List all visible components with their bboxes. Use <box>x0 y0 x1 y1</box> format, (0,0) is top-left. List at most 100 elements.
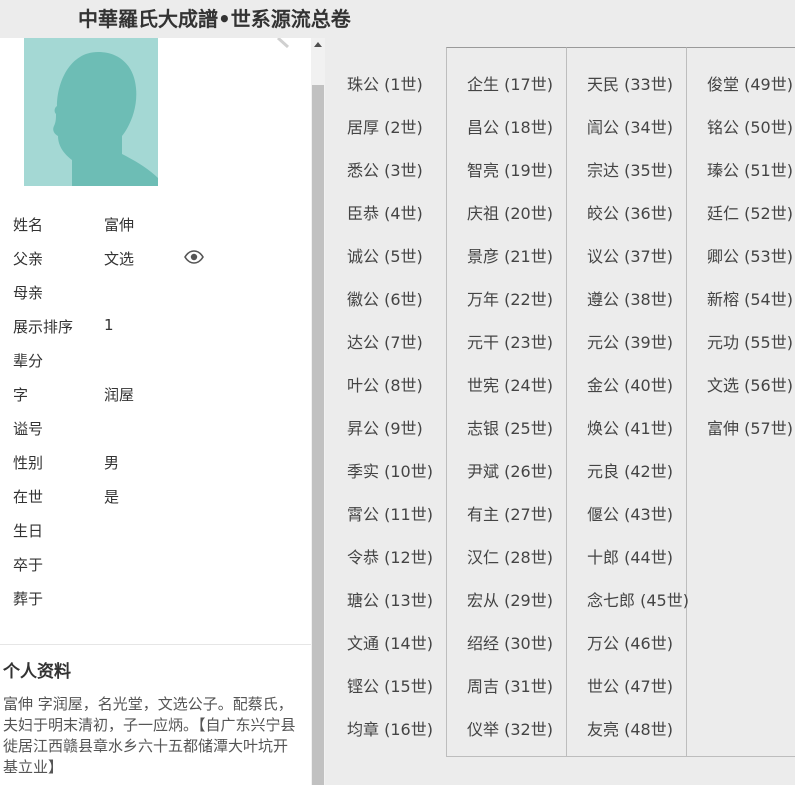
generation-tree-panel: 珠公 (1世) 居厚 (2世) 悉公 (3世) 臣恭 (4世) 诚公 (5世) 徽公 (6… <box>325 38 795 785</box>
generation-item[interactable]: 徽公 (6世) <box>347 286 423 310</box>
generation-item[interactable]: 绍经 (30世) <box>467 630 553 654</box>
generation-item[interactable]: 金公 (40世) <box>587 372 673 396</box>
info-row: 葬于 <box>0 588 300 622</box>
generation-item[interactable]: 文选 (56世) <box>707 372 793 396</box>
info-row: 卒于 <box>0 554 300 588</box>
generation-item[interactable]: 卿公 (53世) <box>707 243 793 267</box>
info-value: 男 <box>104 454 120 472</box>
generation-item[interactable]: 令恭 (12世) <box>347 544 433 568</box>
info-row: 字 润屋 <box>0 384 300 418</box>
generation-item[interactable]: 智亮 (19世) <box>467 157 553 181</box>
generation-column-frame <box>686 47 795 757</box>
generation-item[interactable]: 念七郎 (45世) <box>587 587 689 611</box>
info-label: 父亲 <box>13 250 44 268</box>
generation-item[interactable]: 訚公 (34世) <box>587 114 673 138</box>
generation-item[interactable]: 文通 (14世) <box>347 630 433 654</box>
generation-item[interactable]: 有主 (27世) <box>467 501 553 525</box>
info-label: 性别 <box>13 454 44 472</box>
generation-item[interactable]: 宏从 (29世) <box>467 587 553 611</box>
generation-item[interactable]: 俊堂 (49世) <box>707 71 793 95</box>
generation-item[interactable]: 悉公 (3世) <box>347 157 423 181</box>
scroll-up-arrow-icon[interactable] <box>314 42 322 47</box>
generation-item[interactable]: 万公 (46世) <box>587 630 673 654</box>
generation-item[interactable]: 珠公 (1世) <box>347 71 423 95</box>
generation-item[interactable]: 企生 (17世) <box>467 71 553 95</box>
generation-item[interactable]: 周吉 (31世) <box>467 673 553 697</box>
generation-item[interactable]: 铿公 (15世) <box>347 673 433 697</box>
generation-item[interactable]: 万年 (22世) <box>467 286 553 310</box>
generation-item[interactable]: 达公 (7世) <box>347 329 423 353</box>
profile-bio: 富伸 字润屋，名光堂，文选公子。配蔡氏，夫妇于明末清初，子一应炳。【自广东兴宁县… <box>3 695 296 776</box>
info-value: 是 <box>104 488 120 506</box>
page-title: 中華羅氏大成譜•世系源流总卷 <box>78 7 351 31</box>
generation-item[interactable]: 志银 (25世) <box>467 415 553 439</box>
generation-item[interactable]: 霄公 (11世) <box>347 501 433 525</box>
generation-item[interactable]: 昇公 (9世) <box>347 415 423 439</box>
resize-handle-icon <box>276 38 290 48</box>
generation-item[interactable]: 遵公 (38世) <box>587 286 673 310</box>
generation-item[interactable]: 景彦 (21世) <box>467 243 553 267</box>
info-value: 润屋 <box>104 386 135 404</box>
generation-item[interactable]: 居厚 (2世) <box>347 114 423 138</box>
scrollbar[interactable] <box>311 38 325 785</box>
info-label: 辈分 <box>13 352 44 370</box>
info-row: 谥号 <box>0 418 300 452</box>
generation-item[interactable]: 宗达 (35世) <box>587 157 673 181</box>
info-row: 辈分 <box>0 350 300 384</box>
generation-item[interactable]: 瑧公 (51世) <box>707 157 793 181</box>
info-row: 姓名 富伸 <box>0 214 300 248</box>
info-row: 展示排序 1 <box>0 316 300 350</box>
generation-item[interactable]: 友亮 (48世) <box>587 716 673 740</box>
info-label: 字 <box>13 386 29 404</box>
generation-item[interactable]: 焕公 (41世) <box>587 415 673 439</box>
generation-item[interactable]: 十郎 (44世) <box>587 544 673 568</box>
info-label: 葬于 <box>13 590 44 608</box>
info-label: 谥号 <box>13 420 44 438</box>
info-row: 生日 <box>0 520 300 554</box>
scroll-thumb[interactable] <box>312 85 324 785</box>
eye-icon[interactable] <box>184 250 204 264</box>
info-row: 父亲 文选 <box>0 248 300 282</box>
info-label: 母亲 <box>13 284 44 302</box>
person-detail-panel: 姓名 富伸 父亲 文选 母亲 展示排序 1 辈分字润屋 谥号 性别男在世是生日 卒于 葬于 个人资料 … <box>0 38 311 785</box>
generation-item[interactable]: 廷仁 (52世) <box>707 200 793 224</box>
generation-item[interactable]: 叶公 (8世) <box>347 372 423 396</box>
generation-item[interactable]: 臣恭 (4世) <box>347 200 423 224</box>
generation-item[interactable]: 偃公 (43世) <box>587 501 673 525</box>
generation-item[interactable]: 昌公 (18世) <box>467 114 553 138</box>
info-row: 在世 是 <box>0 486 300 520</box>
generation-item[interactable]: 议公 (37世) <box>587 243 673 267</box>
generation-item[interactable]: 天民 (33世) <box>587 71 673 95</box>
info-value: 富伸 <box>104 216 135 234</box>
info-label: 展示排序 <box>13 318 74 336</box>
generation-item[interactable]: 仪举 (32世) <box>467 716 553 740</box>
app-header: 中華羅氏大成譜•世系源流总卷 <box>0 0 795 38</box>
info-row: 母亲 <box>0 282 300 316</box>
generation-item[interactable]: 季实 (10世) <box>347 458 433 482</box>
info-value: 1 <box>104 316 114 334</box>
info-label: 姓名 <box>13 216 44 234</box>
generation-item[interactable]: 世宪 (24世) <box>467 372 553 396</box>
generation-item[interactable]: 尹斌 (26世) <box>467 458 553 482</box>
generation-item[interactable]: 元良 (42世) <box>587 458 673 482</box>
generation-item[interactable]: 汉仁 (28世) <box>467 544 553 568</box>
info-label: 卒于 <box>13 556 44 574</box>
info-value: 文选 <box>104 250 135 268</box>
profile-section-title: 个人资料 <box>3 662 71 682</box>
generation-item[interactable]: 富伸 (57世) <box>707 415 793 439</box>
generation-item[interactable]: 新榕 (54世) <box>707 286 793 310</box>
info-row: 性别 男 <box>0 452 300 486</box>
generation-item[interactable]: 皎公 (36世) <box>587 200 673 224</box>
generation-item[interactable]: 庆祖 (20世) <box>467 200 553 224</box>
generation-item[interactable]: 铭公 (50世) <box>707 114 793 138</box>
generation-item[interactable]: 均章 (16世) <box>347 716 433 740</box>
generation-item[interactable]: 世公 (47世) <box>587 673 673 697</box>
generation-item[interactable]: 瑭公 (13世) <box>347 587 433 611</box>
info-label: 在世 <box>13 488 44 506</box>
generation-item[interactable]: 诚公 (5世) <box>347 243 423 267</box>
generation-item[interactable]: 元干 (23世) <box>467 329 553 353</box>
info-label: 生日 <box>13 522 44 540</box>
generation-item[interactable]: 元公 (39世) <box>587 329 673 353</box>
generation-item[interactable]: 元功 (55世) <box>707 329 793 353</box>
person-silhouette-icon <box>53 52 158 186</box>
